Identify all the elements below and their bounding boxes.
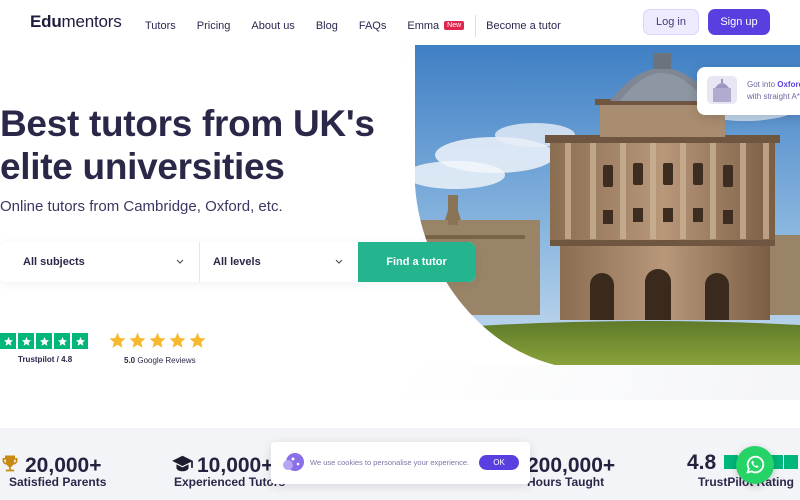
nav-link-tutors[interactable]: Tutors <box>145 20 176 32</box>
star-icon <box>189 332 206 348</box>
logo[interactable]: Edumentors <box>30 12 122 32</box>
stat-label: Experienced Tutors <box>174 475 286 489</box>
nav-links: Tutors Pricing About us Blog FAQs Emma Ne… <box>145 15 582 37</box>
login-button[interactable]: Log in <box>643 9 699 35</box>
hero-title: Best tutors from UK's elite universities <box>0 103 375 187</box>
new-badge: New <box>444 21 465 30</box>
trophy-icon <box>2 455 18 472</box>
nav-link-pricing[interactable]: Pricing <box>197 20 231 32</box>
notification-card[interactable]: Got into Oxford with straight A* <box>697 67 800 115</box>
hero-subtitle: Online tutors from Cambridge, Oxford, et… <box>0 198 283 215</box>
trustpilot-star-icon <box>54 333 70 349</box>
tutor-search-bar: All subjects All levels Find a tutor <box>0 242 475 282</box>
trustpilot-label: Trustpilot / 4.8 <box>18 355 73 364</box>
trustpilot-star-icon <box>0 333 16 349</box>
trustpilot-star-icon <box>36 333 52 349</box>
cookie-text: We use cookies to personalise your exper… <box>310 458 470 467</box>
graduation-cap-icon <box>172 455 193 472</box>
levels-dropdown[interactable]: All levels <box>200 242 358 282</box>
stat-label: Satisfied Parents <box>9 475 107 489</box>
trustpilot-stars[interactable] <box>0 333 90 349</box>
signup-button[interactable]: Sign up <box>708 9 770 35</box>
find-tutor-button[interactable]: Find a tutor <box>358 242 475 282</box>
notification-text: Got into Oxford with straight A* <box>747 80 800 101</box>
chevron-down-icon <box>335 259 343 264</box>
star-icon <box>149 332 166 348</box>
nav-link-become-tutor[interactable]: Become a tutor <box>486 20 561 32</box>
stat-number: 4.8 <box>687 451 717 474</box>
subjects-dropdown[interactable]: All subjects <box>0 242 200 282</box>
top-navigation: Edumentors Tutors Pricing About us Blog … <box>0 0 800 45</box>
star-icon <box>109 332 126 348</box>
chevron-down-icon <box>176 259 184 264</box>
cookie-banner: We use cookies to personalise your exper… <box>271 442 530 484</box>
stat-label: Hours Taught <box>527 475 605 489</box>
nav-link-blog[interactable]: Blog <box>316 20 338 32</box>
trustpilot-star-icon <box>72 333 88 349</box>
nav-link-emma[interactable]: Emma New <box>407 20 465 32</box>
nav-link-faqs[interactable]: FAQs <box>359 20 387 32</box>
star-icon <box>129 332 146 348</box>
whatsapp-icon <box>746 455 765 474</box>
whatsapp-chat-button[interactable] <box>736 446 774 484</box>
google-rating-stars[interactable] <box>108 331 208 350</box>
trustpilot-star-icon <box>18 333 34 349</box>
cookie-icon <box>283 453 304 471</box>
google-reviews-label: 5.0 Google Reviews <box>124 356 196 365</box>
star-icon <box>169 332 186 348</box>
nav-divider <box>475 15 477 37</box>
university-thumbnail-icon <box>707 76 737 104</box>
nav-link-about-us[interactable]: About us <box>251 20 294 32</box>
cookie-ok-button[interactable]: OK <box>479 455 519 470</box>
